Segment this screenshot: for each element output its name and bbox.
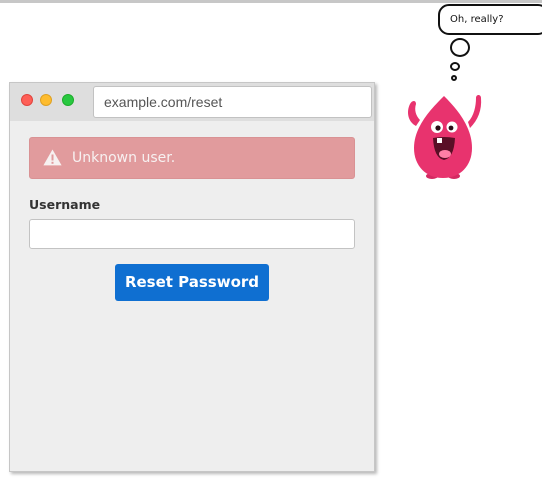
top-divider: [0, 0, 542, 3]
error-alert: Unknown user.: [29, 137, 355, 179]
thought-bubble: Oh, really?: [438, 4, 542, 35]
browser-window: example.com/reset Unknown user. Username…: [9, 82, 375, 472]
maximize-window-icon[interactable]: [62, 94, 74, 106]
address-bar[interactable]: example.com/reset: [93, 86, 372, 118]
alert-message: Unknown user.: [72, 150, 176, 166]
reset-password-button[interactable]: Reset Password: [115, 264, 269, 301]
warning-icon: [43, 149, 62, 166]
close-window-icon[interactable]: [21, 94, 33, 106]
username-input[interactable]: [29, 219, 355, 249]
thought-text: Oh, really?: [450, 14, 504, 25]
thought-dot: [450, 62, 460, 71]
username-label: Username: [29, 197, 101, 212]
monster-mascot: [408, 95, 482, 179]
minimize-window-icon[interactable]: [40, 94, 52, 106]
browser-titlebar: example.com/reset: [10, 83, 374, 121]
thought-dot: [451, 75, 457, 81]
thought-dot: [450, 38, 470, 57]
